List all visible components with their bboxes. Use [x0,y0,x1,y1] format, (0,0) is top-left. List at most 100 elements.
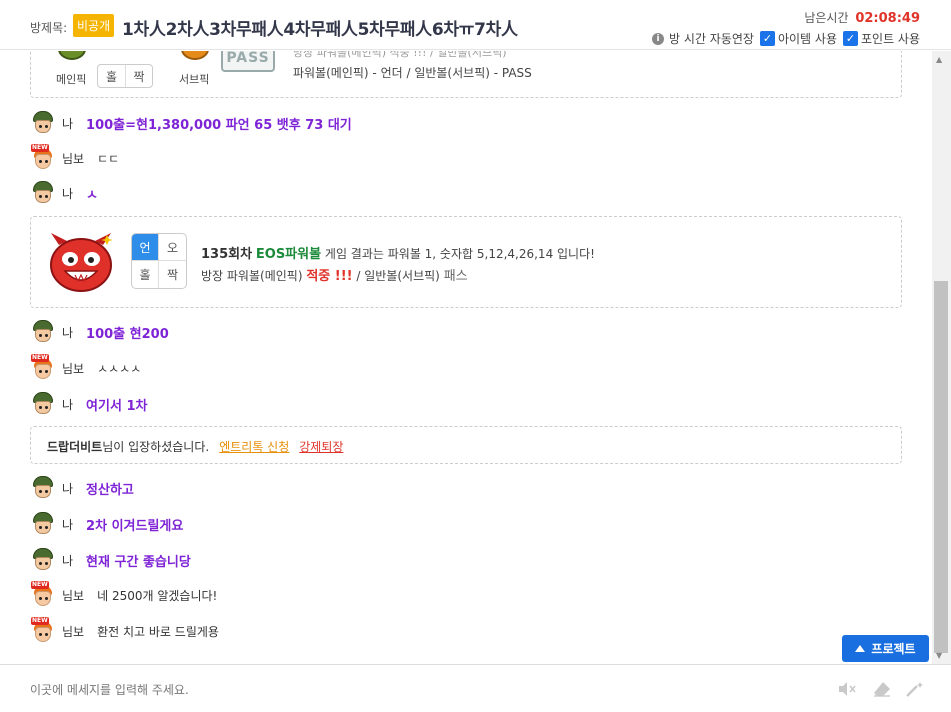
entered-user[interactable]: 드랍더비트 [47,438,102,455]
message-text: 여기서 1차 [86,398,148,414]
previous-result-line2: 파워볼(메인픽) - 언더 / 일반볼(서브픽) - PASS [293,66,532,80]
result-under: 언 [132,234,159,261]
message-nick[interactable]: 나 [62,552,73,569]
soldier-avatar[interactable] [30,392,56,416]
soldier-avatar[interactable] [30,111,56,135]
game-result-card: 언 오 홀 짝 135회차 EOS파워볼 게임 결과는 파워볼 1, 숫자합 5… [30,216,902,308]
message-nick[interactable]: 나 [62,516,73,533]
scrollbar-thumb[interactable] [934,281,948,653]
result-round: 135회차 [201,247,253,262]
chat-message: NEW 님보 환전 치고 바로 드릴게용 [30,617,219,643]
triangle-up-icon [855,645,866,652]
chat-message: 나 ㅅ [30,181,98,205]
soldier-avatar[interactable] [30,548,56,572]
main-pick-label: 메인픽 [56,73,87,86]
result-over: 오 [159,234,186,261]
mute-icon[interactable] [836,679,858,699]
chat-message: 나 100출=현1,380,000 파언 65 뱃후 73 대기 [30,111,352,135]
room-title-label: 방제목: [30,21,68,35]
red-devil-icon [50,233,113,292]
chat-message: 나 100출 현200 [30,320,169,344]
remaining-time: 남은시간 02:08:49 [804,9,920,26]
room-options: i 방 시간 자동연장 ✓ 아이템 사용 ✓ 포인트 사용 [652,30,920,47]
sub-pick-label: 서브픽 [179,73,210,86]
message-nick[interactable]: 님보 [62,587,84,604]
result-desc: 게임 결과는 파워볼 1, 숫자합 5,12,4,26,14 입니다! [324,247,595,261]
soldier-avatar[interactable] [30,512,56,536]
remaining-time-label: 남은시간 [804,11,849,25]
item-use-label: 아이템 사용 [777,32,837,46]
result-line1: 135회차 EOS파워볼 게임 결과는 파워볼 1, 숫자합 5,12,4,26… [201,243,595,262]
private-badge: 비공개 [73,14,115,37]
auto-extend-label[interactable]: 방 시간 자동연장 [669,30,754,47]
previous-result-card: 메인픽 홀 짝 서브픽 PASS 방장 파워볼(메인픽) 적중 !!! / 일반… [30,51,902,98]
result-grid: 언 오 홀 짝 [131,233,187,289]
sub-pick-ball-icon [181,51,209,60]
previous-result-line1: 방장 파워볼(메인픽) 적중 !!! / 일반볼(서브픽) [293,51,507,59]
main-pick-even: 홀 [105,69,118,84]
chat-message: NEW 님보 ㄷㄷ [30,144,120,170]
entry-talk-link[interactable]: 엔트리톡 신청 [219,438,289,455]
result-sub-pick: / 일반볼(서브픽) [356,269,440,283]
kick-user-link[interactable]: 강제퇴장 [299,438,343,455]
soldier-avatar[interactable] [30,476,56,500]
main-pick-odd-even: 홀 짝 [97,64,153,88]
user-enter-notice: 드랍더비트 님이 입장하셨습니다. 엔트리톡 신청 강제퇴장 [47,438,343,455]
item-use-checkbox[interactable]: ✓ [759,31,775,46]
message-text: 2차 이겨드릴게요 [86,518,184,534]
chat-message: 나 현재 구간 좋습니당 [30,548,191,572]
message-input[interactable] [30,679,810,701]
message-text: 100출 현200 [86,326,169,342]
message-text: ㅅ [86,187,99,203]
message-nick[interactable]: 님보 [62,150,84,167]
message-text: 현재 구간 좋습니당 [86,554,191,570]
soldier-avatar[interactable] [30,320,56,344]
result-main-pick: 방장 파워볼(메인픽) [201,269,303,283]
message-text: 네 2500개 알겠습니다! [97,588,218,603]
pass-logo-text: PASS [226,51,270,66]
message-text: 100출=현1,380,000 파언 65 뱃후 73 대기 [86,117,352,133]
message-nick[interactable]: 나 [62,115,73,132]
scroll-down-icon[interactable]: ▼ [936,651,942,660]
new-avatar[interactable]: NEW [30,144,56,170]
result-line2: 방장 파워볼(메인픽) 적중 !!! / 일반볼(서브픽) 패스 [201,265,468,284]
message-nick[interactable]: 님보 [62,360,84,377]
item-use-option[interactable]: ✓ 아이템 사용 [759,30,837,47]
new-avatar[interactable]: NEW [30,617,56,643]
new-avatar[interactable]: NEW [30,354,56,380]
soldier-avatar[interactable] [30,181,56,205]
result-odd: 짝 [166,268,179,282]
point-use-checkbox[interactable]: ✓ [842,31,858,46]
new-avatar[interactable]: NEW [30,581,56,607]
project-button[interactable]: 프로젝트 [842,635,929,662]
chat-scrollbar[interactable]: ▲ ▼ [932,51,951,664]
pass-logo-icon: PASS [221,51,275,72]
result-pass: 패스 [443,269,468,284]
message-text: ㅅㅅㅅㅅ [97,361,142,376]
message-text: ㄷㄷ [97,151,120,166]
eraser-icon[interactable] [871,679,893,699]
message-input-bar [0,664,951,712]
message-text: 정산하고 [86,482,134,498]
point-use-option[interactable]: ✓ 포인트 사용 [842,30,920,47]
message-nick[interactable]: 나 [62,480,73,497]
point-use-label: 포인트 사용 [860,32,920,46]
result-even: 홀 [132,261,159,288]
magic-wand-icon[interactable] [904,679,926,699]
info-icon[interactable]: i [652,32,665,45]
scroll-up-icon[interactable]: ▲ [936,55,942,64]
enter-suffix: 님이 입장하셨습니다. [102,440,210,454]
result-hit: 적중 !!! [306,269,353,284]
main-pick-odd: 짝 [125,65,152,87]
chat-log[interactable]: 메인픽 홀 짝 서브픽 PASS 방장 파워볼(메인픽) 적중 !!! / 일반… [0,51,932,664]
message-nick[interactable]: 나 [62,324,73,341]
main-pick-ball-icon [58,51,86,60]
chat-header: 방제목: 비공개 1차人2차人3차무패人4차무패人5차무패人6차ㅠ7차人 남은시… [0,0,951,50]
remaining-time-value: 02:08:49 [855,11,920,26]
message-nick[interactable]: 나 [62,396,73,413]
result-game: EOS파워볼 [255,247,322,262]
message-nick[interactable]: 나 [62,185,73,202]
message-nick[interactable]: 님보 [62,623,84,640]
chat-message: 나 2차 이겨드릴게요 [30,512,183,536]
room-title: 1차人2차人3차무패人4차무패人5차무패人6차ㅠ7차人 [122,20,518,40]
